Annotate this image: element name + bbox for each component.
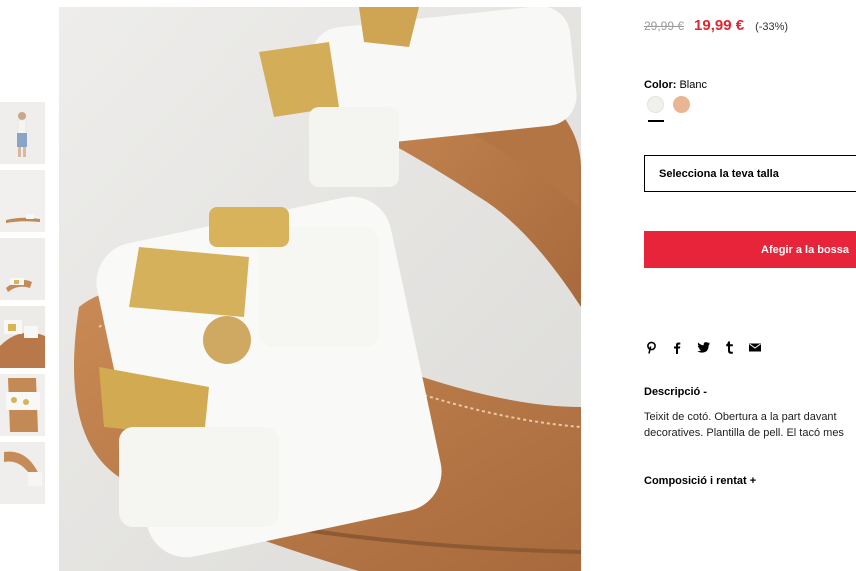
size-select-placeholder: Selecciona la teva talla	[659, 167, 779, 180]
thumbnail-model[interactable]	[0, 102, 45, 164]
description-line-2: decoratives. Plantilla de pell. El tacó …	[644, 427, 844, 439]
thumbnail-pair[interactable]	[0, 238, 45, 300]
size-select[interactable]: Selecciona la teva talla	[644, 155, 856, 192]
description-text: Teixit de cotó. Obertura a la part davan…	[644, 409, 856, 441]
thumbnail-side[interactable]	[0, 170, 45, 232]
product-main-image	[59, 7, 581, 571]
color-label: Color: Blanc	[644, 79, 707, 91]
share-bar	[644, 340, 774, 354]
original-price: 29,99 €	[644, 19, 685, 33]
facebook-icon[interactable]	[670, 340, 684, 354]
thumbnail-sole[interactable]	[0, 442, 45, 504]
thumbnail-list	[0, 0, 46, 571]
tumblr-icon[interactable]	[722, 340, 736, 354]
twitter-icon[interactable]	[696, 340, 710, 354]
sale-price: 19,99 €	[694, 17, 745, 34]
add-to-bag-label: Afegir a la bossa	[761, 243, 850, 256]
thumbnail-top[interactable]	[0, 374, 45, 436]
description-line-1: Teixit de cotó. Obertura a la part davan…	[644, 411, 837, 423]
mail-icon[interactable]	[748, 340, 762, 354]
price-row: 29,99 € 19,99 € (-33%)	[644, 17, 788, 34]
add-to-bag-button[interactable]: Afegir a la bossa	[644, 231, 856, 268]
pinterest-icon[interactable]	[644, 340, 658, 354]
discount-badge: (-33%)	[755, 21, 789, 33]
description-toggle[interactable]: Descripció -	[644, 386, 707, 398]
color-swatch-white[interactable]	[647, 96, 664, 113]
color-value: Blanc	[679, 79, 707, 91]
product-info-panel: 29,99 € 19,99 € (-33%) Color: Blanc Sele…	[644, 0, 856, 571]
selected-swatch-indicator	[648, 120, 664, 122]
color-swatch-peach[interactable]	[673, 96, 690, 113]
color-label-title: Color:	[644, 79, 677, 91]
thumbnail-closeup[interactable]	[0, 306, 45, 368]
composition-toggle[interactable]: Composició i rentat +	[644, 475, 756, 487]
